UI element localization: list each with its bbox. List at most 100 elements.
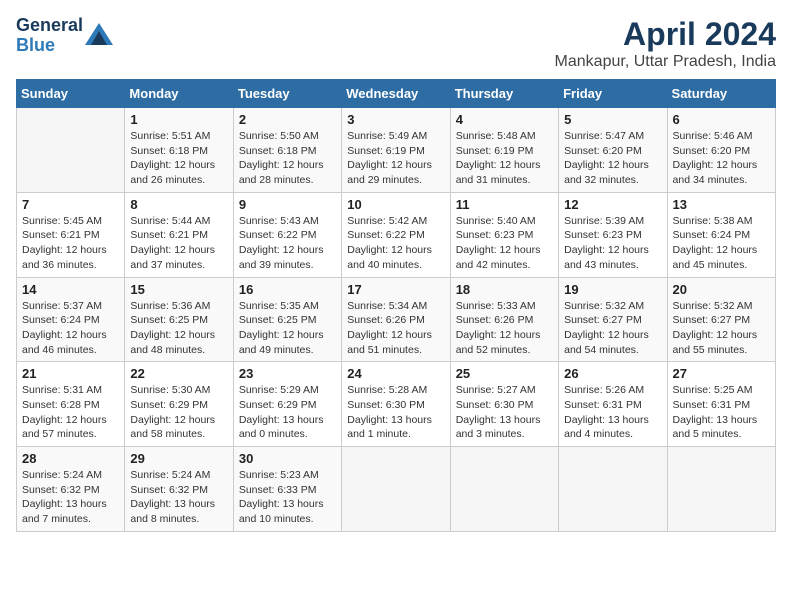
calendar-week-row: 28 Sunrise: 5:24 AM Sunset: 6:32 PM Dayli… [17, 447, 776, 532]
day-number: 11 [456, 197, 553, 212]
table-row: 17Sunrise: 5:34 AM Sunset: 6:26 PM Dayli… [342, 277, 450, 362]
table-row: 26 Sunrise: 5:26 AM Sunset: 6:31 PM Dayli… [559, 362, 667, 447]
table-row: 3Sunrise: 5:49 AM Sunset: 6:19 PM Daylig… [342, 108, 450, 193]
day-detail: Sunrise: 5:43 AM Sunset: 6:22 PM Dayligh… [239, 214, 336, 273]
table-row: 9 Sunrise: 5:43 AM Sunset: 6:22 PM Daylig… [233, 192, 341, 277]
table-row: 30 Sunrise: 5:23 AM Sunset: 6:33 PM Dayli… [233, 447, 341, 532]
table-row: 18 Sunrise: 5:33 AM Sunset: 6:26 PM Dayli… [450, 277, 558, 362]
day-number: 10 [347, 197, 444, 212]
day-detail: Sunrise: 5:32 AM Sunset: 6:27 PM Dayligh… [564, 299, 661, 358]
day-number: 20 [673, 282, 770, 297]
day-detail: Sunrise: 5:35 AM Sunset: 6:25 PM Dayligh… [239, 299, 336, 358]
table-row: 11 Sunrise: 5:40 AM Sunset: 6:23 PM Dayli… [450, 192, 558, 277]
day-detail: Sunrise: 5:45 AM Sunset: 6:21 PM Dayligh… [22, 214, 119, 273]
day-number: 15 [130, 282, 227, 297]
day-number: 19 [564, 282, 661, 297]
day-number: 21 [22, 366, 119, 381]
col-friday: Friday [559, 80, 667, 108]
table-row: 28Sunrise: 5:24 AM Sunset: 6:32 PM Dayli… [17, 447, 125, 532]
table-row: 24Sunrise: 5:28 AM Sunset: 6:30 PM Dayli… [342, 362, 450, 447]
day-number: 14 [22, 282, 119, 297]
day-detail: Sunrise: 5:33 AM Sunset: 6:26 PM Dayligh… [456, 299, 553, 358]
calendar-header-row: Sunday Monday Tuesday Wednesday Thursday… [17, 80, 776, 108]
day-detail: Sunrise: 5:32 AM Sunset: 6:27 PM Dayligh… [673, 299, 770, 358]
table-row: 4Sunrise: 5:48 AM Sunset: 6:19 PM Daylig… [450, 108, 558, 193]
day-detail: Sunrise: 5:48 AM Sunset: 6:19 PM Dayligh… [456, 129, 553, 188]
table-row: 13 Sunrise: 5:38 AM Sunset: 6:24 PM Dayli… [667, 192, 775, 277]
table-row: 14 Sunrise: 5:37 AM Sunset: 6:24 PM Dayli… [17, 277, 125, 362]
day-number: 27 [673, 366, 770, 381]
day-number: 16 [239, 282, 336, 297]
table-row: 8 Sunrise: 5:44 AM Sunset: 6:21 PM Daylig… [125, 192, 233, 277]
table-row: 5Sunrise: 5:47 AM Sunset: 6:20 PM Daylig… [559, 108, 667, 193]
day-number: 30 [239, 451, 336, 466]
day-number: 29 [130, 451, 227, 466]
day-detail: Sunrise: 5:39 AM Sunset: 6:23 PM Dayligh… [564, 214, 661, 273]
day-detail: Sunrise: 5:40 AM Sunset: 6:23 PM Dayligh… [456, 214, 553, 273]
col-wednesday: Wednesday [342, 80, 450, 108]
day-detail: Sunrise: 5:37 AM Sunset: 6:24 PM Dayligh… [22, 299, 119, 358]
day-detail: Sunrise: 5:44 AM Sunset: 6:21 PM Dayligh… [130, 214, 227, 273]
day-detail: Sunrise: 5:51 AM Sunset: 6:18 PM Dayligh… [130, 129, 227, 188]
calendar-week-row: 21 Sunrise: 5:31 AM Sunset: 6:28 PM Dayli… [17, 362, 776, 447]
col-saturday: Saturday [667, 80, 775, 108]
day-number: 3 [347, 112, 444, 127]
table-row: 23 Sunrise: 5:29 AM Sunset: 6:29 PM Dayli… [233, 362, 341, 447]
col-tuesday: Tuesday [233, 80, 341, 108]
table-row: 29 Sunrise: 5:24 AM Sunset: 6:32 PM Dayli… [125, 447, 233, 532]
table-row: 19 Sunrise: 5:32 AM Sunset: 6:27 PM Dayli… [559, 277, 667, 362]
day-detail: Sunrise: 5:29 AM Sunset: 6:29 PM Dayligh… [239, 383, 336, 442]
day-number: 7 [22, 197, 119, 212]
day-detail: Sunrise: 5:50 AM Sunset: 6:18 PM Dayligh… [239, 129, 336, 188]
day-number: 12 [564, 197, 661, 212]
day-number: 1 [130, 112, 227, 127]
day-detail: Sunrise: 5:38 AM Sunset: 6:24 PM Dayligh… [673, 214, 770, 273]
table-row: 16 Sunrise: 5:35 AM Sunset: 6:25 PM Dayli… [233, 277, 341, 362]
table-row: 6 Sunrise: 5:46 AM Sunset: 6:20 PM Daylig… [667, 108, 775, 193]
day-number: 8 [130, 197, 227, 212]
table-row [667, 447, 775, 532]
day-detail: Sunrise: 5:26 AM Sunset: 6:31 PM Dayligh… [564, 383, 661, 442]
calendar-week-row: 1 Sunrise: 5:51 AM Sunset: 6:18 PM Daylig… [17, 108, 776, 193]
table-row: 27 Sunrise: 5:25 AM Sunset: 6:31 PM Dayli… [667, 362, 775, 447]
table-row [559, 447, 667, 532]
day-detail: Sunrise: 5:27 AM Sunset: 6:30 PM Dayligh… [456, 383, 553, 442]
logo-icon [85, 23, 113, 45]
day-detail: Sunrise: 5:25 AM Sunset: 6:31 PM Dayligh… [673, 383, 770, 442]
col-monday: Monday [125, 80, 233, 108]
day-number: 6 [673, 112, 770, 127]
day-number: 26 [564, 366, 661, 381]
day-detail: Sunrise: 5:42 AM Sunset: 6:22 PM Dayligh… [347, 214, 444, 273]
table-row: 21 Sunrise: 5:31 AM Sunset: 6:28 PM Dayli… [17, 362, 125, 447]
col-sunday: Sunday [17, 80, 125, 108]
table-row: 22 Sunrise: 5:30 AM Sunset: 6:29 PM Dayli… [125, 362, 233, 447]
day-number: 9 [239, 197, 336, 212]
table-row: 15 Sunrise: 5:36 AM Sunset: 6:25 PM Dayli… [125, 277, 233, 362]
logo-text: GeneralBlue [16, 16, 83, 56]
day-number: 2 [239, 112, 336, 127]
col-thursday: Thursday [450, 80, 558, 108]
day-number: 23 [239, 366, 336, 381]
day-number: 22 [130, 366, 227, 381]
table-row: 1 Sunrise: 5:51 AM Sunset: 6:18 PM Daylig… [125, 108, 233, 193]
day-number: 17 [347, 282, 444, 297]
table-row: 10 Sunrise: 5:42 AM Sunset: 6:22 PM Dayli… [342, 192, 450, 277]
day-detail: Sunrise: 5:24 AM Sunset: 6:32 PM Dayligh… [130, 468, 227, 527]
day-detail: Sunrise: 5:31 AM Sunset: 6:28 PM Dayligh… [22, 383, 119, 442]
day-number: 5 [564, 112, 661, 127]
table-row: 7 Sunrise: 5:45 AM Sunset: 6:21 PM Daylig… [17, 192, 125, 277]
table-row: 12 Sunrise: 5:39 AM Sunset: 6:23 PM Dayli… [559, 192, 667, 277]
day-detail: Sunrise: 5:30 AM Sunset: 6:29 PM Dayligh… [130, 383, 227, 442]
day-number: 24 [347, 366, 444, 381]
day-detail: Sunrise: 5:36 AM Sunset: 6:25 PM Dayligh… [130, 299, 227, 358]
day-detail: Sunrise: 5:46 AM Sunset: 6:20 PM Dayligh… [673, 129, 770, 188]
table-row [17, 108, 125, 193]
day-number: 18 [456, 282, 553, 297]
header: GeneralBlue April 2024 Mankapur, Uttar P… [16, 16, 776, 71]
calendar-week-row: 7 Sunrise: 5:45 AM Sunset: 6:21 PM Daylig… [17, 192, 776, 277]
day-detail: Sunrise: 5:23 AM Sunset: 6:33 PM Dayligh… [239, 468, 336, 527]
day-number: 13 [673, 197, 770, 212]
day-number: 28 [22, 451, 119, 466]
table-row [450, 447, 558, 532]
calendar-week-row: 14 Sunrise: 5:37 AM Sunset: 6:24 PM Dayli… [17, 277, 776, 362]
